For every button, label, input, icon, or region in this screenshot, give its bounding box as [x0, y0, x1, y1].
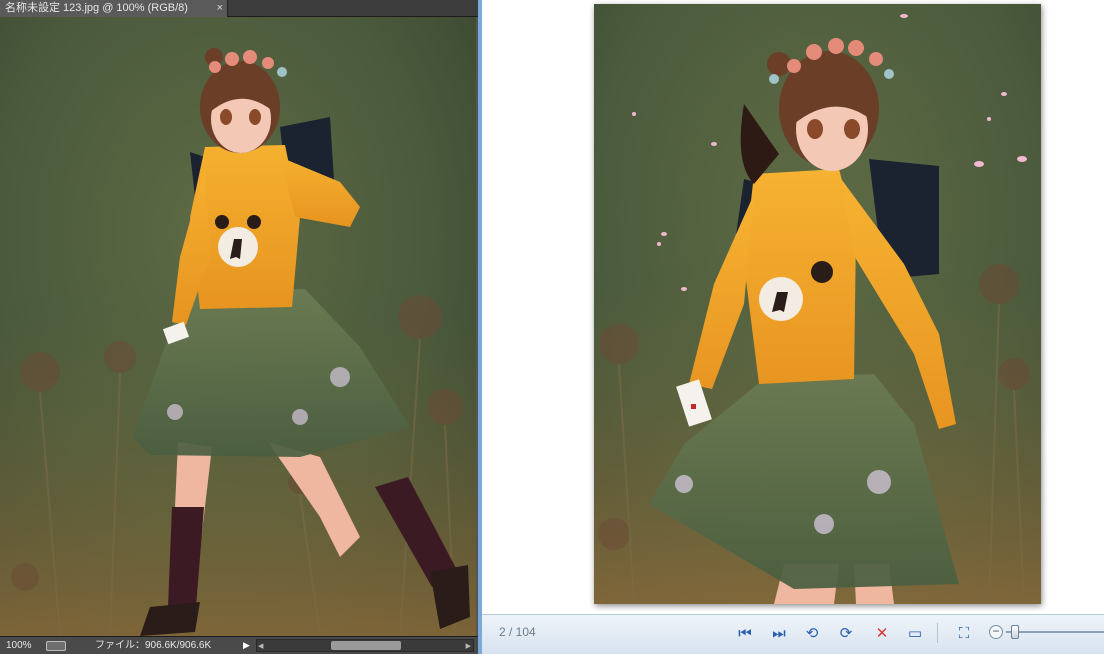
status-menu-arrow-icon[interactable]: ▶ — [243, 637, 250, 654]
rotate-right-icon[interactable]: ⟳ — [834, 622, 858, 644]
sweater — [744, 169, 856, 384]
skip-to-first-icon[interactable]: ⏮ — [733, 622, 757, 644]
slideshow-icon[interactable]: ▭ — [903, 622, 927, 644]
image-editor-window: 名称未設定 123.jpg @ 100% (RGB/8) × 100% ファイル… — [0, 0, 478, 654]
viewer-photo[interactable] — [594, 4, 1041, 604]
zoom-out-icon[interactable]: − — [989, 625, 1003, 639]
zoom-slider-thumb[interactable] — [1011, 625, 1020, 639]
document-tab[interactable]: 名称未設定 123.jpg @ 100% (RGB/8) × — [0, 0, 228, 17]
delete-icon[interactable]: ✕ — [870, 622, 894, 644]
document-tab-bar: 名称未設定 123.jpg @ 100% (RGB/8) × — [0, 0, 478, 17]
render-image — [594, 4, 1041, 604]
document-canvas[interactable] — [0, 17, 478, 636]
document-tab-title: 名称未設定 123.jpg @ 100% (RGB/8) — [5, 2, 188, 14]
status-indicator-icon — [46, 641, 66, 651]
screen: 名称未設定 123.jpg @ 100% (RGB/8) × 100% ファイル… — [0, 0, 1104, 654]
scroll-left-icon[interactable]: ◀ — [258, 638, 263, 654]
zoom-slider[interactable] — [1006, 625, 1104, 639]
close-icon[interactable]: × — [217, 0, 223, 17]
skip-to-next-icon[interactable]: ⏭ — [767, 622, 791, 644]
editor-status-bar: 100% ファイル：906.6K/906.6K ▶ ◀ ▶ — [0, 636, 478, 654]
scroll-right-icon[interactable]: ▶ — [466, 638, 471, 654]
fit-to-window-icon[interactable]: ⛶ — [952, 622, 976, 644]
horizontal-scroll-thumb[interactable] — [331, 641, 401, 650]
file-size-info: ファイル：906.6K/906.6K — [95, 640, 212, 651]
photo-viewer-window: 2 / 104 ⏮ ⏭ ⟲ ⟳ ✕ ▭ ⛶ − — [478, 0, 1104, 654]
viewer-toolbar: 2 / 104 ⏮ ⏭ ⟲ ⟳ ✕ ▭ ⛶ − — [482, 614, 1104, 654]
render-image — [0, 17, 478, 636]
rotate-left-icon[interactable]: ⟲ — [800, 622, 824, 644]
page-counter: 2 / 104 — [499, 625, 536, 639]
zoom-level[interactable]: 100% — [6, 637, 32, 654]
toolbar-divider — [937, 623, 938, 643]
horizontal-scrollbar[interactable]: ◀ ▶ — [256, 639, 474, 652]
